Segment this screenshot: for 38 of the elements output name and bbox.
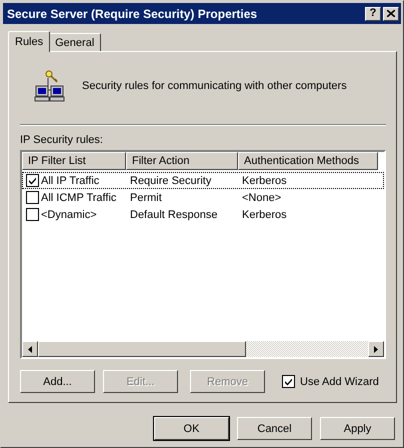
action-button[interactable]: Add... <box>20 370 95 393</box>
checkbox[interactable] <box>26 208 39 221</box>
window-title: Secure Server (Require Security) Properties <box>7 6 258 20</box>
tab[interactable]: Rules <box>8 31 50 52</box>
checkbox[interactable] <box>26 191 39 204</box>
table-row[interactable]: <Dynamic> Default Response Kerberos <box>22 206 384 223</box>
list-label: IP Security rules: <box>20 134 104 146</box>
column-header[interactable]: Filter Action <box>126 152 238 170</box>
table-cell-text: Require Security <box>129 174 212 186</box>
dialog-button[interactable]: Cancel <box>237 417 312 440</box>
close-icon <box>387 10 395 17</box>
table-cell-text: All IP Traffic <box>40 174 100 186</box>
checkbox[interactable] <box>282 375 295 388</box>
table-cell-text: Kerberos <box>241 174 288 186</box>
tab[interactable]: General <box>48 33 102 51</box>
checkbox-label: Use Add Wizard <box>300 376 379 388</box>
networked-computers-icon <box>34 70 66 102</box>
description-text: Security rules for communicating with other computers <box>82 80 347 92</box>
column-header[interactable]: IP Filter List <box>22 152 126 170</box>
table-cell-text: <None> <box>241 192 282 204</box>
right-arrow-icon <box>374 346 378 352</box>
checkmark-icon <box>284 377 293 386</box>
checkmark-icon <box>28 176 37 185</box>
table-row[interactable]: All ICMP Traffic Permit <None> <box>22 189 384 206</box>
table-cell-text: Default Response <box>129 208 218 220</box>
table-cell-text: Kerberos <box>241 208 288 220</box>
close-button[interactable] <box>383 6 399 20</box>
dialog-button[interactable]: OK <box>154 417 229 440</box>
table-cell-text: All ICMP Traffic <box>40 192 118 204</box>
help-button[interactable]: ? <box>365 6 381 20</box>
left-arrow-icon <box>28 346 32 352</box>
table-cell-text: Permit <box>129 192 163 204</box>
checkbox[interactable] <box>26 174 39 187</box>
horizontal-scrollbar[interactable] <box>22 341 384 357</box>
table-cell-text: <Dynamic> <box>40 208 98 220</box>
column-header[interactable]: Authentication Methods <box>238 152 378 170</box>
table-row[interactable]: All IP Traffic Require Security Kerberos <box>22 172 384 189</box>
dialog-button[interactable]: Apply <box>320 417 395 440</box>
